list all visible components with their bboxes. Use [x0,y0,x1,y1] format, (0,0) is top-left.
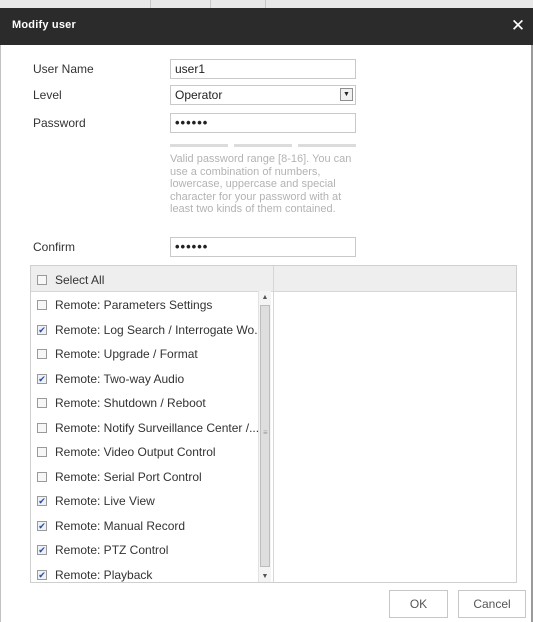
permission-item[interactable]: Remote: Shutdown / Reboot [37,395,262,411]
level-select-value: Operator [175,88,223,102]
dialog-border-left [0,45,1,622]
permission-checkbox[interactable]: ✔ [37,324,47,335]
permission-item[interactable]: ✔ Remote: Manual Record [37,518,262,534]
permission-item[interactable]: Remote: Parameters Settings [37,297,262,313]
password-strength-bar-strong [298,144,356,147]
confirm-label: Confirm [33,240,76,254]
scrollbar-thumb[interactable]: ≡ [260,305,270,567]
permission-checkbox[interactable] [37,398,47,408]
permission-checkbox[interactable]: ✔ [37,545,47,555]
permission-label: Remote: Parameters Settings [55,298,213,312]
permission-item[interactable]: ✔ Remote: Two-way Audio [37,371,262,387]
close-icon[interactable]: ✕ [507,14,529,38]
permission-label: Remote: Manual Record [55,518,186,533]
username-field[interactable]: user1 [170,59,356,79]
username-label: User Name [33,62,94,76]
permission-label: Remote: Serial Port Control [55,469,202,484]
permission-item[interactable]: ✔ Remote: Log Search / Interrogate Wo... [37,322,265,338]
password-strength-bar-medium [234,144,292,147]
permission-checkbox[interactable]: ✔ [37,569,47,580]
level-select[interactable]: Operator ▼ [170,85,356,105]
permission-item[interactable]: Remote: Upgrade / Format [37,346,262,362]
permission-item[interactable]: Remote: Serial Port Control [37,469,262,485]
background-tab-divider [210,0,211,8]
permission-label: Remote: Playback [55,567,153,582]
permission-item[interactable]: Remote: Video Output Control [37,444,262,460]
permission-item[interactable]: Remote: Notify Surveillance Center /... [37,420,262,436]
password-field[interactable]: •••••• [170,113,356,133]
chevron-down-icon[interactable]: ▼ [340,88,353,101]
level-label: Level [33,88,62,102]
column-divider [273,266,274,582]
permission-checkbox[interactable] [37,349,47,359]
ok-button[interactable]: OK [389,590,448,618]
scroll-down-arrow-icon[interactable]: ▼ [259,570,271,582]
permission-checkbox[interactable] [37,471,47,482]
background-tab-divider [150,0,151,8]
permission-label: Remote: Shutdown / Reboot [55,396,206,410]
permission-label: Remote: PTZ Control [55,543,169,557]
select-all-checkbox[interactable] [37,275,47,285]
cancel-button[interactable]: Cancel [458,590,526,618]
permission-label: Remote: Upgrade / Format [55,347,198,361]
permission-item[interactable]: ✔ Remote: Playback [37,567,262,583]
password-label: Password [33,116,86,130]
password-hint: Valid password range [8-16]. You can use… [170,153,352,215]
background-window-strip [0,0,533,8]
permission-checkbox[interactable] [37,300,47,310]
select-all-label: Select All [55,273,105,287]
permission-label: Remote: Log Search / Interrogate Wo... [55,322,265,337]
permission-item[interactable]: ✔ Remote: Live View [37,493,262,509]
permission-label: Remote: Two-way Audio [55,371,185,386]
background-tab-divider [265,0,266,8]
confirm-password-field[interactable]: •••••• [170,237,356,257]
permission-list: Select All Remote: Parameters Settings ✔ R… [30,265,517,583]
permission-checkbox[interactable]: ✔ [37,520,47,531]
permission-checkbox[interactable]: ✔ [37,496,47,506]
permission-checkbox[interactable]: ✔ [37,373,47,384]
dialog-title: Modify user [12,19,76,31]
permission-list-scrollbar[interactable]: ▲ ≡ ▼ [258,291,271,582]
password-strength-bar-weak [170,144,228,147]
scrollbar-grip-icon: ≡ [263,428,268,437]
permission-label: Remote: Notify Surveillance Center /... [55,420,260,435]
permission-checkbox[interactable] [37,422,47,433]
permission-checkbox[interactable] [37,447,47,457]
permission-item[interactable]: ✔ Remote: PTZ Control [37,542,262,558]
dialog-titlebar: Modify user ✕ [0,8,533,45]
permission-label: Remote: Video Output Control [55,445,216,459]
permission-label: Remote: Live View [55,494,155,508]
scroll-up-arrow-icon[interactable]: ▲ [259,291,271,304]
